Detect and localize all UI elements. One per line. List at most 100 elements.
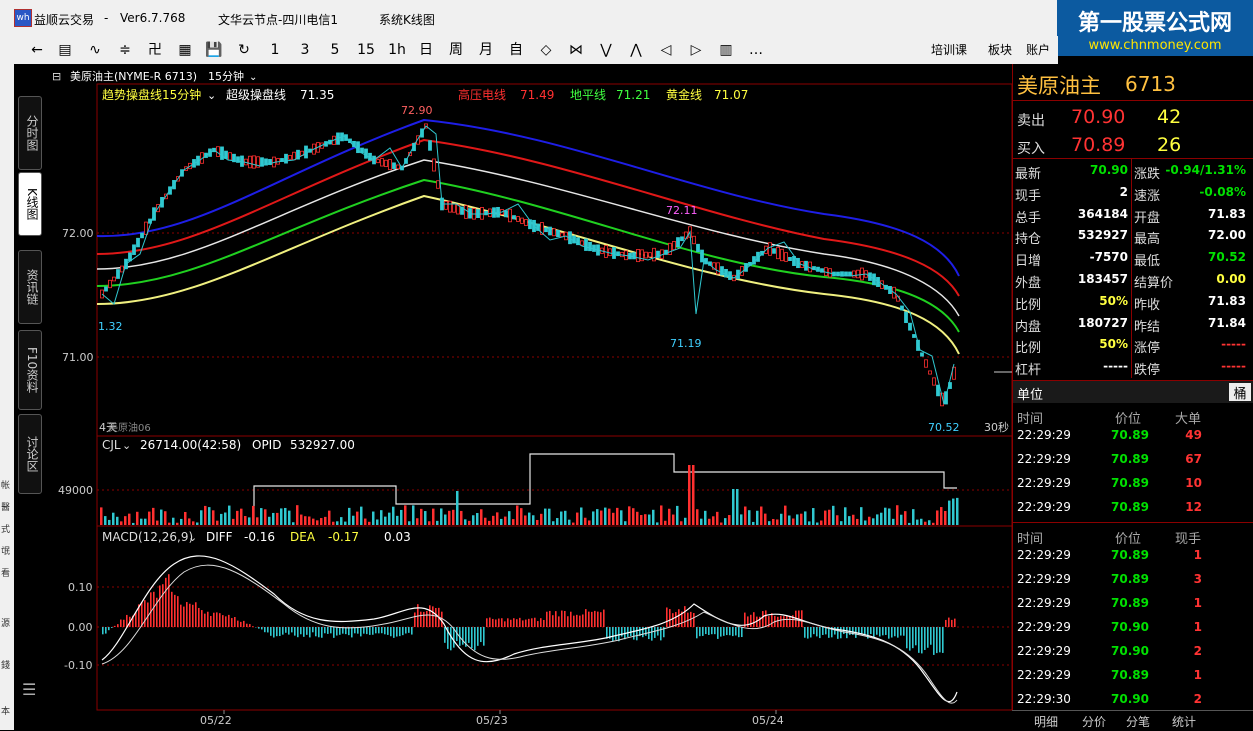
zoom-in-icon[interactable]: ◇ [537, 41, 555, 59]
macd-bar [414, 612, 416, 627]
macd-bar [180, 605, 182, 627]
table-row[interactable]: 22:29:2970.893 [1013, 569, 1253, 591]
macd-bar [312, 627, 314, 632]
tab-discussion[interactable]: 讨论区 [18, 414, 42, 494]
volume-bar [448, 511, 451, 525]
macd-bar [903, 627, 905, 636]
volume-bar [220, 514, 223, 525]
tab-tick[interactable]: 分笔 [1126, 713, 1150, 730]
account-button[interactable]: 账户 [1024, 41, 1052, 59]
macd-bar [216, 612, 218, 627]
stat-value: 180727 [1078, 316, 1128, 330]
layout-icon[interactable]: ▥ [717, 41, 735, 59]
more-icon[interactable]: … [747, 41, 765, 59]
table-row[interactable]: 22:29:2970.8967 [1013, 449, 1253, 471]
table-row[interactable]: 22:29:2970.891 [1013, 665, 1253, 687]
chevron-down-icon[interactable]: ⌄ [249, 72, 257, 83]
arrow-right-icon[interactable]: ▷ [687, 41, 705, 59]
chevron-down-icon[interactable]: ⌄ [188, 531, 197, 544]
save-icon[interactable]: 💾 [205, 41, 223, 59]
volume-bar [192, 521, 195, 525]
macd-bar [168, 574, 170, 627]
candle [525, 219, 528, 225]
macd-bar [573, 616, 575, 627]
server-node[interactable]: 文华云节点-四川电信1 [218, 11, 338, 28]
candle [445, 201, 448, 209]
candle [377, 160, 380, 163]
period-1min-button[interactable]: 1 [268, 41, 282, 59]
macd-bar [309, 627, 311, 637]
stat-label: 总手 [1015, 207, 1041, 226]
kline-chart[interactable]: 72.00 71.00 49000 0.10 0.00 -0.10 ⊟ 美原油主… [44, 64, 1012, 730]
volume-bar [572, 523, 575, 525]
table-row[interactable]: 22:29:2970.902 [1013, 641, 1253, 663]
macd-bar [714, 627, 716, 634]
table-row[interactable]: 22:29:2970.8912 [1013, 497, 1253, 519]
collapse-icon[interactable]: ⊟ [52, 70, 61, 83]
chevron-down-icon[interactable]: ⋁ [597, 41, 615, 59]
table-row[interactable]: 22:29:2970.891 [1013, 545, 1253, 567]
tab-f10[interactable]: F10资料 [18, 330, 42, 410]
candle [645, 252, 648, 258]
period-5min-button[interactable]: 5 [328, 41, 342, 59]
volume-bar [164, 511, 167, 525]
tab-news[interactable]: 资讯链 [18, 250, 42, 324]
tab-kline[interactable]: K线图 [18, 172, 42, 236]
volume-bar [500, 519, 503, 525]
macd-bar [693, 613, 695, 627]
back-icon[interactable]: ← [28, 41, 46, 59]
stat-label: 杠杆 [1015, 359, 1041, 378]
tab-intraday[interactable]: 分时图 [18, 96, 42, 170]
zoom-out-icon[interactable]: ⋈ [567, 41, 585, 59]
period-day-button[interactable]: 日 [417, 41, 435, 59]
table-row[interactable]: 22:29:2970.891 [1013, 593, 1253, 615]
period-1h-button[interactable]: 1h [387, 41, 407, 59]
list-icon[interactable]: ▤ [56, 41, 74, 59]
buy-price: 70.89 [1071, 134, 1125, 156]
grid-icon[interactable]: ▦ [176, 41, 194, 59]
arrow-left-icon[interactable]: ◁ [657, 41, 675, 59]
table-row[interactable]: 22:29:3070.902 [1013, 689, 1253, 711]
macd-bar [474, 627, 476, 650]
candle [905, 312, 908, 323]
line-chart-icon[interactable]: ∿ [86, 41, 104, 59]
macd-bar [729, 627, 731, 635]
tab-stats[interactable]: 统计 [1172, 713, 1196, 730]
table-row[interactable]: 22:29:2970.8910 [1013, 473, 1253, 495]
macd-bar [726, 627, 728, 635]
tab-detail[interactable]: 明细 [1034, 713, 1058, 730]
period-custom-button[interactable]: 自 [507, 41, 525, 59]
macd-bar [600, 612, 602, 627]
table-row[interactable]: 22:29:2970.8949 [1013, 425, 1253, 447]
candle-icon[interactable]: ≑ [116, 41, 134, 59]
macd-bar [189, 604, 191, 627]
chevron-down-icon[interactable]: ⌄ [122, 439, 131, 452]
macd-bar [606, 627, 608, 639]
menu-icon[interactable]: ☰ [22, 680, 36, 699]
training-button[interactable]: 培训课 [929, 41, 969, 59]
candle [789, 257, 792, 260]
menu-kline-system[interactable]: 系统K线图 [379, 11, 435, 28]
macd-bar [951, 620, 953, 627]
volume-bar [900, 515, 903, 525]
candle [389, 159, 392, 169]
period-selector[interactable]: 15分钟 [208, 69, 244, 83]
refresh-icon[interactable]: ↻ [235, 41, 253, 59]
sector-button[interactable]: 板块 [986, 41, 1014, 59]
tab-price-dist[interactable]: 分价 [1082, 713, 1106, 730]
candle [693, 236, 696, 243]
table-row[interactable]: 22:29:2970.901 [1013, 617, 1253, 639]
candle [553, 229, 556, 236]
drawing-icon[interactable]: 卍 [146, 41, 164, 59]
volume-bar [680, 521, 683, 525]
macd-bar [840, 627, 842, 638]
buy-row: 买入 70.89 26 [1013, 132, 1253, 160]
period-3min-button[interactable]: 3 [298, 41, 312, 59]
period-month-button[interactable]: 月 [477, 41, 495, 59]
macd-bar [366, 627, 368, 634]
period-15min-button[interactable]: 15 [356, 41, 376, 59]
chevron-down-icon[interactable]: ⌄ [207, 89, 216, 102]
period-week-button[interactable]: 周 [447, 41, 465, 59]
macd-bar [282, 627, 284, 635]
chevron-up-icon[interactable]: ⋀ [627, 41, 645, 59]
